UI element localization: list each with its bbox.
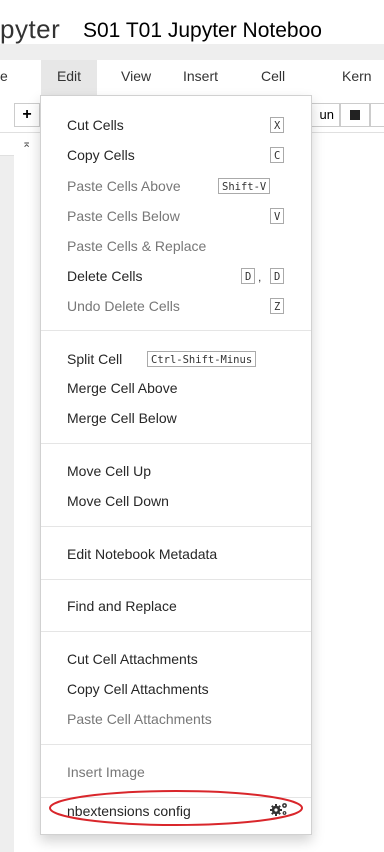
stop-button[interactable] bbox=[340, 103, 370, 127]
jupyter-logo[interactable]: pyter bbox=[0, 14, 60, 44]
shortcut-z: Z bbox=[270, 298, 285, 314]
collapse-icon[interactable]: ⌅ bbox=[22, 133, 31, 155]
menu-file[interactable]: e bbox=[0, 60, 8, 98]
menu-item-copy-cells[interactable]: Copy Cells bbox=[67, 146, 135, 164]
shortcut-x: X bbox=[270, 117, 285, 133]
menu-item-merge-cell-above[interactable]: Merge Cell Above bbox=[67, 379, 178, 397]
menu-item-edit-notebook-metadata[interactable]: Edit Notebook Metadata bbox=[67, 545, 217, 563]
menu-item-cut-cells[interactable]: Cut Cells bbox=[67, 116, 124, 134]
menu-divider bbox=[41, 330, 311, 331]
menu-kernel[interactable]: Kern bbox=[342, 60, 372, 98]
menu-divider bbox=[41, 526, 311, 527]
shortcut-c: C bbox=[270, 147, 285, 163]
menu-item-paste-cells-replace[interactable]: Paste Cells & Replace bbox=[67, 237, 206, 255]
shortcut-d: D bbox=[241, 268, 256, 284]
menu-item-merge-cell-below[interactable]: Merge Cell Below bbox=[67, 409, 177, 427]
shortcut-d: D bbox=[270, 268, 285, 284]
highlight-annotation bbox=[49, 790, 303, 826]
menu-item-paste-cells-below[interactable]: Paste Cells Below bbox=[67, 207, 180, 225]
menu-cell[interactable]: Cell bbox=[261, 60, 285, 98]
menu-divider bbox=[41, 443, 311, 444]
menu-item-paste-cells-above[interactable]: Paste Cells Above bbox=[67, 177, 181, 195]
menu-item-move-cell-down[interactable]: Move Cell Down bbox=[67, 492, 169, 510]
menu-view[interactable]: View bbox=[121, 60, 151, 98]
add-cell-button[interactable]: + bbox=[14, 103, 40, 127]
menu-divider bbox=[41, 744, 311, 745]
shortcut-shift-v: Shift-V bbox=[218, 178, 271, 194]
shortcut-v: V bbox=[270, 208, 285, 224]
shortcut-ctrl-shift-minus: Ctrl-Shift-Minus bbox=[147, 351, 257, 367]
menu-divider bbox=[41, 631, 311, 632]
menu-item-move-cell-up[interactable]: Move Cell Up bbox=[67, 462, 151, 480]
header: pyter S01 T01 Jupyter Noteboo bbox=[0, 0, 384, 44]
menu-item-insert-image[interactable]: Insert Image bbox=[67, 763, 145, 781]
menu-item-delete-cells[interactable]: Delete Cells bbox=[67, 267, 142, 285]
menu-item-undo-delete-cells[interactable]: Undo Delete Cells bbox=[67, 297, 180, 315]
notebook-title[interactable]: S01 T01 Jupyter Noteboo bbox=[83, 18, 322, 44]
restart-button[interactable] bbox=[370, 103, 384, 127]
stop-icon bbox=[350, 110, 360, 120]
menubar: e Edit View Insert Cell Kern bbox=[0, 60, 384, 99]
menu-item-split-cell[interactable]: Split Cell bbox=[67, 350, 122, 368]
menu-item-cut-cell-attachments[interactable]: Cut Cell Attachments bbox=[67, 650, 198, 668]
shortcut-separator: , bbox=[258, 270, 262, 284]
menu-divider bbox=[41, 579, 311, 580]
edit-dropdown-menu: Cut Cells X Copy Cells C Paste Cells Abo… bbox=[40, 95, 312, 835]
menu-insert[interactable]: Insert bbox=[183, 60, 218, 98]
menu-item-paste-cell-attachments[interactable]: Paste Cell Attachments bbox=[67, 710, 212, 728]
menu-item-copy-cell-attachments[interactable]: Copy Cell Attachments bbox=[67, 680, 209, 698]
menu-item-find-and-replace[interactable]: Find and Replace bbox=[67, 597, 177, 615]
menu-edit[interactable]: Edit bbox=[41, 60, 97, 98]
